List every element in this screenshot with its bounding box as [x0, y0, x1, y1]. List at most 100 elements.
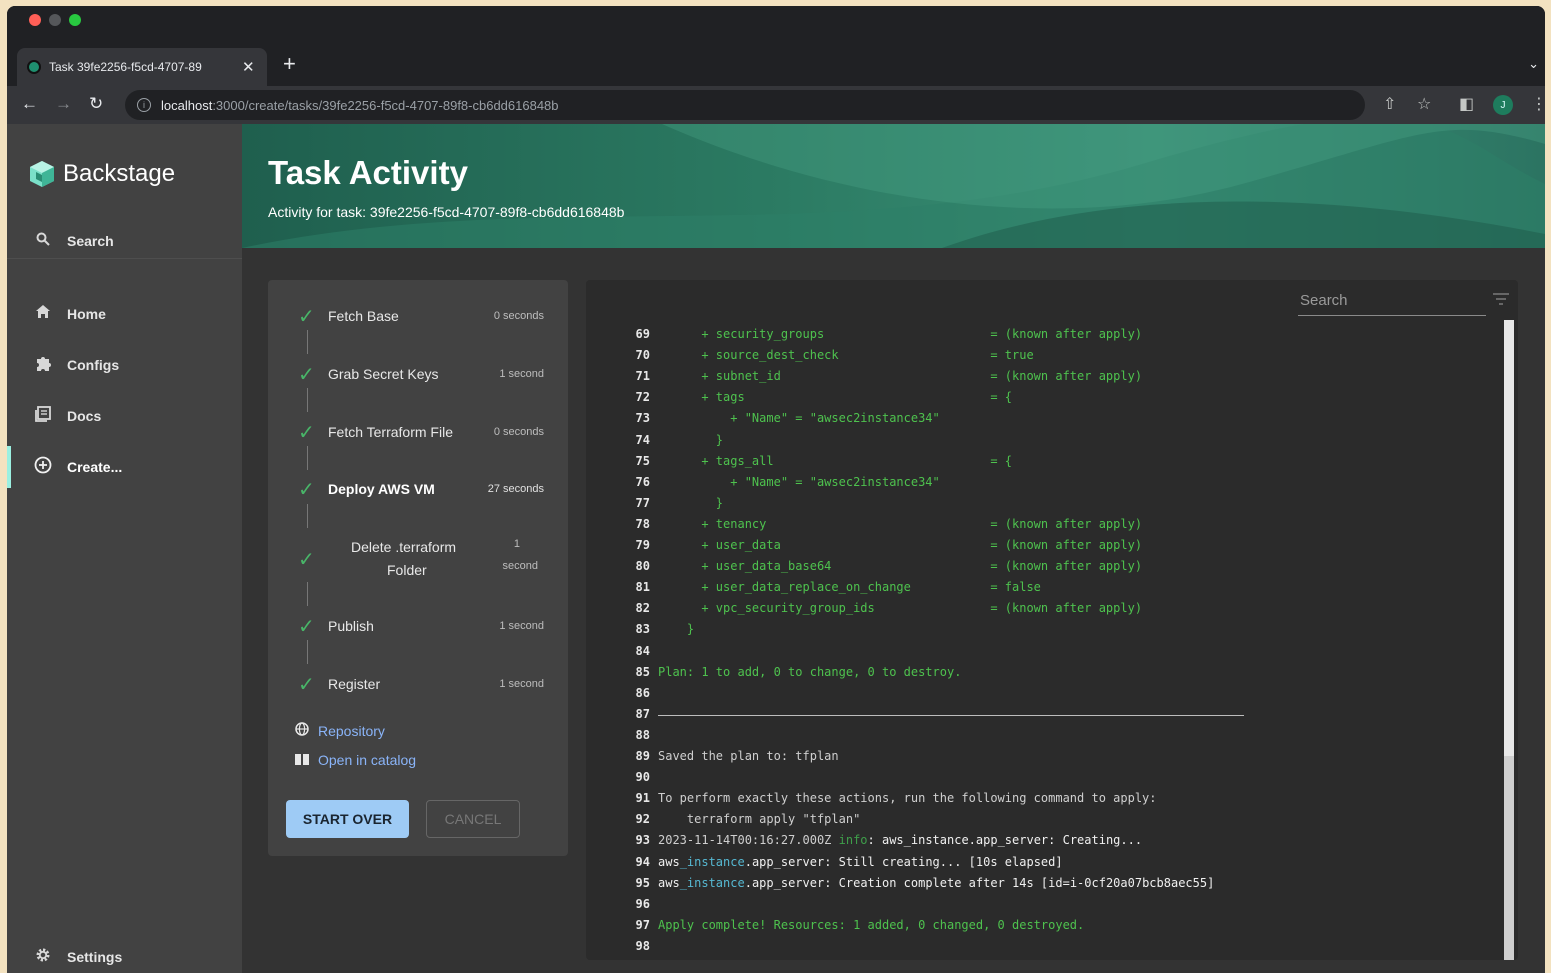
- log-line: 97 Apply complete! Resources: 1 added, 0 …: [586, 915, 1486, 936]
- profile-avatar[interactable]: J: [1493, 95, 1513, 115]
- maximize-window-button[interactable]: [69, 14, 81, 26]
- browser-tab[interactable]: Task 39fe2256-f5cd-4707-89 ✕: [17, 48, 267, 86]
- sidebar-item-docs[interactable]: Docs: [7, 395, 242, 437]
- sidebar-search[interactable]: Search: [7, 220, 242, 262]
- log-text-segment: + tags = {: [658, 390, 1013, 405]
- repository-link[interactable]: Repository: [294, 722, 385, 739]
- forward-arrow-icon[interactable]: →: [55, 94, 72, 114]
- log-line: 93 2023-11-14T00:16:27.000Z info: aws_ins…: [586, 830, 1486, 851]
- step-duration: 1 second: [499, 678, 544, 690]
- site-info-icon[interactable]: i: [137, 98, 151, 112]
- tab-strip: Task 39fe2256-f5cd-4707-89 ✕ + ⌄: [7, 34, 1545, 86]
- log-line-text: + user_data_replace_on_change = false: [658, 577, 1041, 598]
- log-line-text: aws_instance.app_server: Creation comple…: [658, 873, 1214, 894]
- log-line-number: 73: [635, 411, 650, 426]
- step-duration: 1: [513, 538, 520, 550]
- step-label: Grab Secret Keys: [328, 366, 439, 382]
- log-line: 81 + user_data_replace_on_change = false: [586, 577, 1486, 598]
- sidebar-item-settings[interactable]: Settings: [7, 936, 242, 973]
- log-text-segment: }: [658, 495, 724, 510]
- step-duration: second: [502, 560, 538, 572]
- log-line-number: 95: [635, 875, 650, 890]
- log-line-number: 78: [635, 516, 650, 531]
- step-label: Fetch Terraform File: [328, 424, 453, 440]
- address-bar[interactable]: i localhost :3000/create/tasks/39fe2256-…: [125, 90, 1365, 120]
- cancel-button[interactable]: CANCEL: [426, 800, 520, 838]
- minimize-window-button[interactable]: [49, 14, 61, 26]
- open-in-catalog-label: Open in catalog: [318, 752, 417, 768]
- backstage-page: Backstage Search Home Configs Docs Creat…: [7, 124, 1545, 973]
- log-text-segment: + tenancy = (known after apply): [658, 516, 1143, 531]
- sidebar-item-label: Home: [67, 306, 106, 322]
- plus-circle-icon: [33, 456, 53, 479]
- sidebar-item-label: Docs: [67, 408, 102, 424]
- log-line: 71 + subnet_id = (known after apply): [586, 366, 1486, 387]
- share-icon[interactable]: ⇧: [1383, 95, 1396, 115]
- log-line: 70 + source_dest_check = true: [586, 345, 1486, 366]
- log-line-number: 83: [635, 622, 650, 637]
- sidebar-item-configs[interactable]: Configs: [7, 344, 242, 386]
- new-tab-button[interactable]: +: [283, 51, 296, 77]
- log-line-text: Plan: 1 to add, 0 to change, 0 to destro…: [658, 662, 961, 683]
- log-line-number: 88: [635, 727, 650, 742]
- globe-icon: [294, 722, 310, 739]
- log-text-segment: + security_groups = (known after apply): [658, 327, 1143, 341]
- log-line-number: 96: [635, 896, 650, 911]
- puzzle-icon: [33, 354, 53, 377]
- log-text-segment: + source_dest_check = true: [658, 348, 1034, 363]
- sidebar-item-home[interactable]: Home: [7, 293, 242, 335]
- step-label: Publish: [328, 618, 374, 634]
- log-line-text: + source_dest_check = true: [658, 345, 1034, 366]
- log-line: 88: [586, 725, 1486, 746]
- browser-toolbar: ← → ↻ i localhost :3000/create/tasks/39f…: [7, 86, 1545, 124]
- log-scrollbar-thumb[interactable]: [1504, 756, 1514, 960]
- tab-search-chevron-icon[interactable]: ⌄: [1528, 56, 1539, 72]
- catalog-book-icon: [294, 752, 310, 768]
- repository-link-label: Repository: [318, 722, 385, 739]
- filter-icon[interactable]: [1492, 292, 1510, 306]
- log-line: 89 Saved the plan to: tfplan: [586, 746, 1486, 767]
- browser-menu-icon[interactable]: ⋮: [1531, 95, 1545, 115]
- sidebar-item-label: Configs: [67, 357, 120, 373]
- favicon-icon: [27, 60, 41, 74]
- close-window-button[interactable]: [29, 14, 41, 26]
- bookmark-star-icon[interactable]: ☆: [1417, 95, 1431, 115]
- step-connector: [307, 446, 308, 470]
- log-line: 80 + user_data_base64 = (known after app…: [586, 556, 1486, 577]
- log-line: 84: [586, 641, 1486, 662]
- open-in-catalog-link[interactable]: Open in catalog: [294, 752, 416, 768]
- step-label: Folder: [387, 562, 427, 578]
- log-line-number: 89: [635, 749, 650, 763]
- log-search-input[interactable]: Search: [1298, 288, 1486, 316]
- check-icon: ✓: [298, 364, 315, 386]
- log-line: 90: [586, 767, 1486, 788]
- tab-title: Task 39fe2256-f5cd-4707-89: [49, 60, 202, 74]
- log-line: 86: [586, 683, 1486, 704]
- log-line-number: 94: [635, 854, 650, 869]
- log-text-segment: + user_data_base64 = (known after apply): [658, 559, 1143, 574]
- step-connector: [307, 330, 308, 354]
- sidebar-item-create[interactable]: Create...: [7, 446, 242, 488]
- log-line-text: aws_instance.app_server: Still creating.…: [658, 852, 1063, 873]
- tab-close-icon[interactable]: ✕: [242, 58, 255, 76]
- log-line-number: 80: [635, 559, 650, 574]
- log-line: 85 Plan: 1 to add, 0 to change, 0 to dest…: [586, 662, 1486, 683]
- log-line-number: 93: [635, 833, 650, 848]
- log-line: 69 + security_groups = (known after appl…: [586, 324, 1486, 345]
- step-label: Fetch Base: [328, 308, 399, 324]
- log-text-segment: + tags_all = {: [658, 453, 1013, 468]
- log-text-segment: + vpc_security_group_ids = (known after …: [658, 601, 1143, 616]
- start-over-button[interactable]: START OVER: [286, 800, 409, 838]
- log-line-text: + "Name" = "awsec2instance34": [658, 408, 940, 429]
- reload-icon[interactable]: ↻: [89, 94, 103, 114]
- log-text-segment: terraform apply "tfplan": [658, 812, 861, 827]
- side-panel-icon[interactable]: ◧: [1459, 95, 1474, 115]
- log-text-segment: }: [658, 622, 695, 637]
- step-connector: [307, 388, 308, 412]
- back-arrow-icon[interactable]: ←: [21, 94, 38, 114]
- log-line-text: + user_data = (known after apply): [658, 535, 1142, 556]
- brand-logo-link[interactable]: Backstage: [29, 160, 175, 188]
- check-icon: ✓: [298, 674, 315, 696]
- log-line-text: + tags = {: [658, 387, 1012, 408]
- log-line-number: 98: [635, 938, 650, 953]
